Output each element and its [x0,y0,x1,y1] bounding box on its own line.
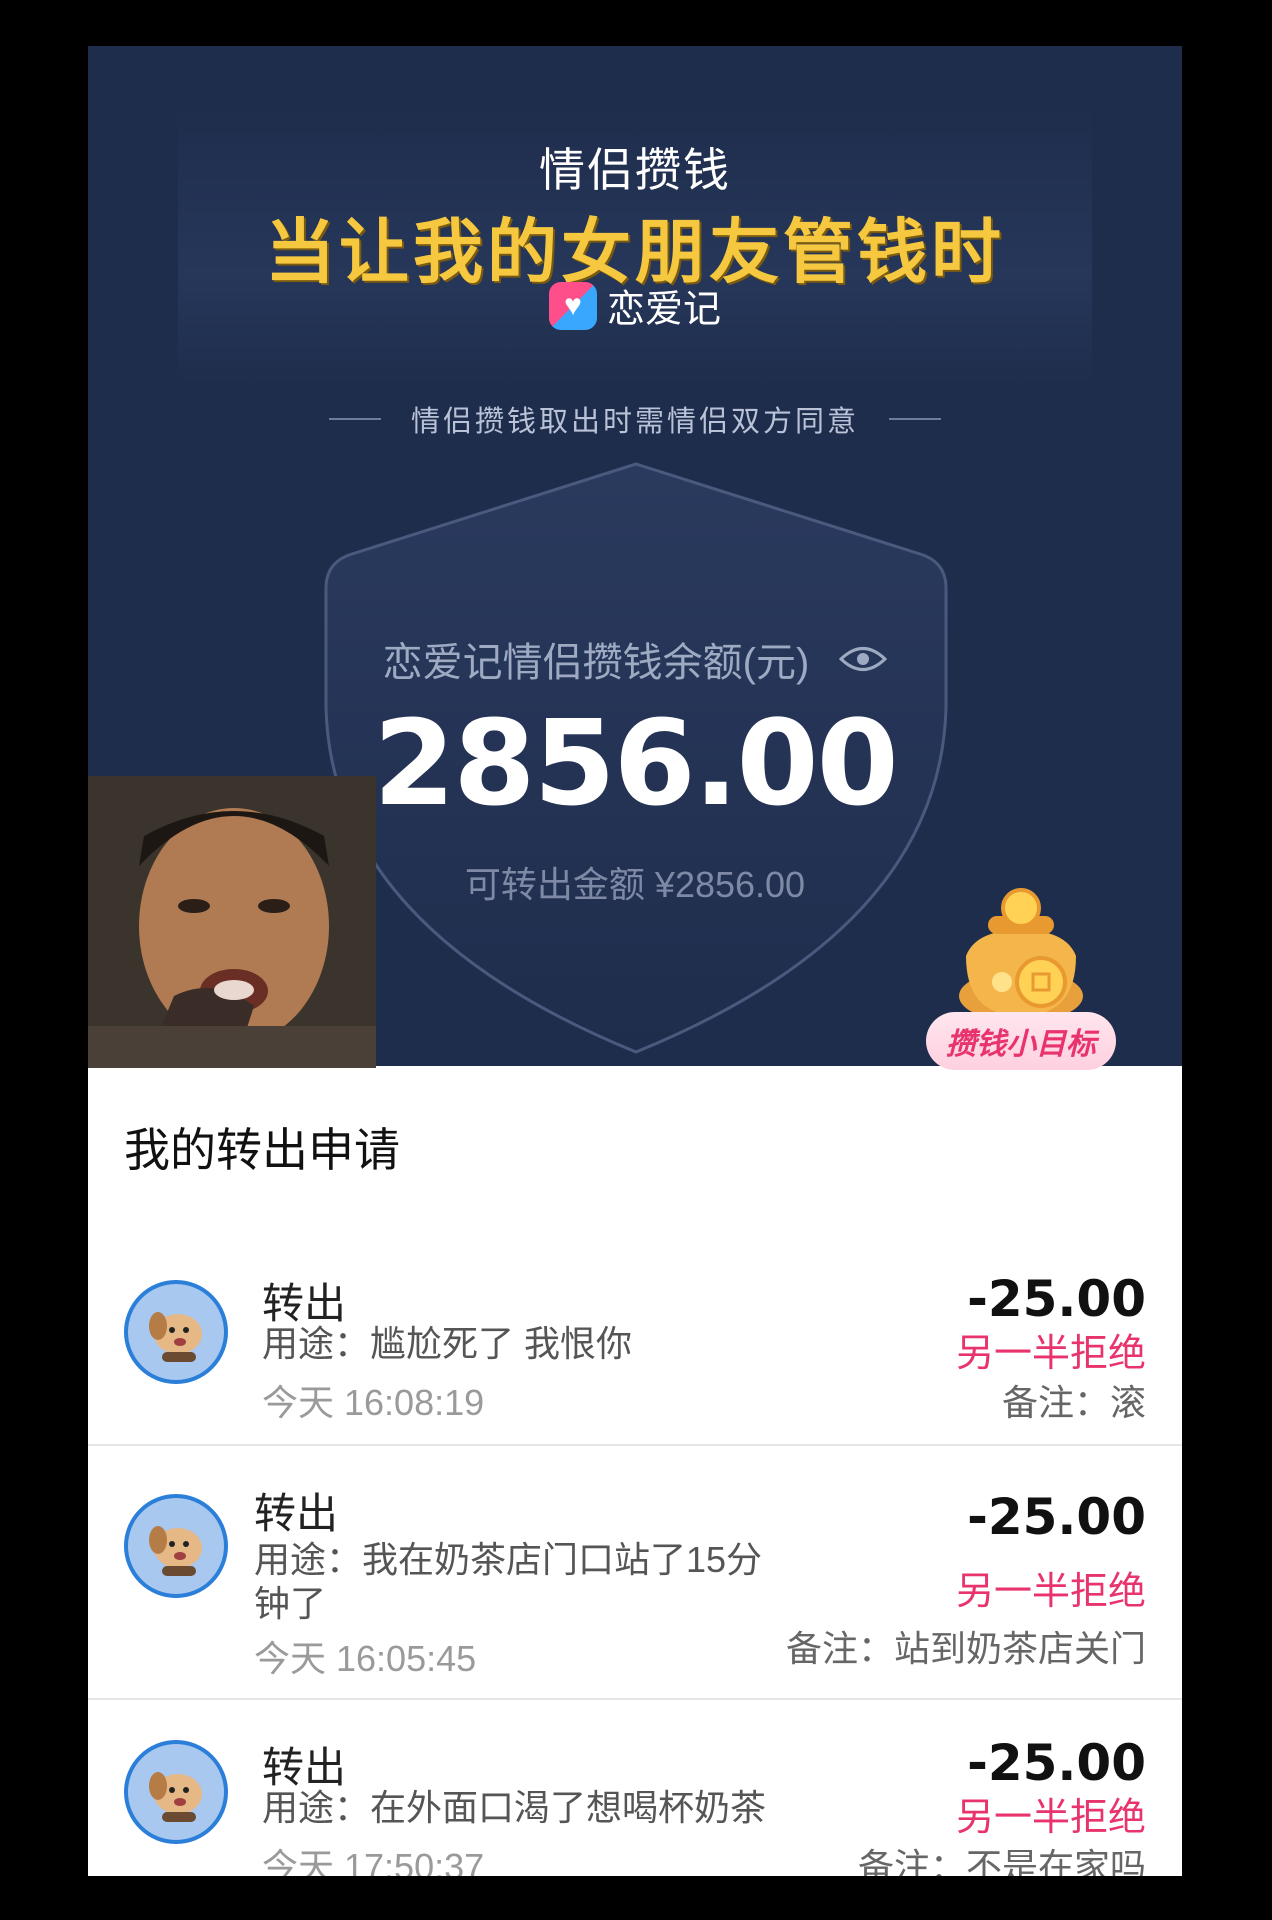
request-time: 今天 16:05:45 [254,1638,477,1679]
request-purpose: 用途：在外面口渴了想喝杯奶茶 [262,1787,767,1828]
app-frame: 情侣攒钱 当让我的女朋友管钱时 ♥ 恋爱记 情侣攒钱取出时需情侣双方同意 恋爱记… [88,46,1182,1876]
list-item[interactable]: 转出 用途：我在奶茶店门口站了15分钟了 今天 16:05:45 -25.00 … [88,1446,1182,1700]
request-amount: -25.00 [967,1734,1146,1792]
request-status: 另一半拒绝 [955,1333,1146,1375]
face-photo-illustration [88,776,376,1068]
dog-avatar-icon [149,1526,202,1576]
divider-right [889,418,941,420]
savings-goal-widget[interactable]: 攒钱小目标 [926,886,1136,1078]
balance-label-row: 恋爱记情侣攒钱余额(元) [88,630,1182,688]
money-bag-icon [959,888,1083,1022]
request-time: 今天 17:50:37 [262,1846,485,1876]
rule-text: 情侣攒钱取出时需情侣双方同意 [410,406,859,438]
avatar [124,1280,228,1384]
list-item[interactable]: 转出 用途：在外面口渴了想喝杯奶茶 今天 17:50:37 -25.00 另一半… [88,1700,1182,1876]
request-purpose: 用途：尴尬死了 我恨你 [262,1323,633,1364]
request-note: 备注：站到奶茶店关门 [785,1628,1146,1669]
section-title: 我的转出申请 [124,1124,400,1176]
rule-notice: 情侣攒钱取出时需情侣双方同意 [88,398,1182,440]
request-status: 另一半拒绝 [955,1797,1146,1839]
avatar [124,1740,228,1844]
request-amount: -25.00 [967,1270,1146,1328]
request-note: 备注：滚 [1001,1382,1146,1423]
brand-row: ♥ 恋爱记 [88,278,1182,333]
divider-left [328,418,381,420]
request-amount: -25.00 [967,1488,1146,1546]
request-note: 备注：不是在家吗 [857,1846,1146,1876]
banner-subtitle: 情侣攒钱 [539,144,731,196]
dog-avatar-icon [149,1772,202,1822]
savings-hero: 情侣攒钱 当让我的女朋友管钱时 ♥ 恋爱记 情侣攒钱取出时需情侣双方同意 恋爱记… [88,46,1182,1070]
balance-label: 恋爱记情侣攒钱余额(元) [382,641,810,685]
list-item[interactable]: 转出 用途：尴尬死了 我恨你 今天 16:08:19 -25.00 另一半拒绝 … [88,1192,1182,1446]
brand-name: 恋爱记 [606,289,721,331]
dog-avatar-icon [149,1312,202,1362]
eye-icon[interactable] [839,644,888,674]
request-status: 另一半拒绝 [955,1571,1146,1613]
request-purpose: 用途：我在奶茶店门口站了15分钟了 [254,1539,763,1624]
heart-logo-icon: ♥ [548,281,597,330]
reaction-photo [88,776,376,1068]
request-time: 今天 16:08:19 [262,1382,485,1423]
avatar [124,1494,228,1598]
savings-goal-label[interactable]: 攒钱小目标 [926,1012,1116,1070]
request-title: 转出 [254,1490,339,1537]
